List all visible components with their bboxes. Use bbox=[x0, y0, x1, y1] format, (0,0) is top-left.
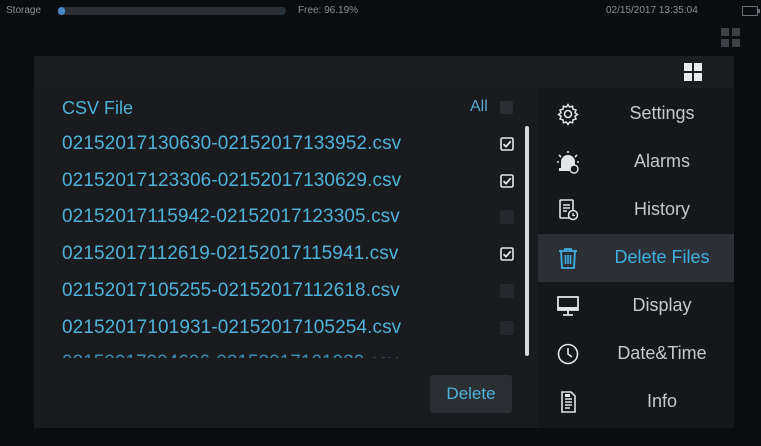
sidebar-item-info[interactable]: Info bbox=[538, 378, 734, 426]
unchecked-checkbox[interactable] bbox=[500, 210, 514, 224]
sidebar-item-label: Settings bbox=[629, 103, 695, 123]
file-row[interactable]: 02152017115942-02152017123305.csv bbox=[62, 206, 522, 240]
sidebar-item-label: Info bbox=[646, 391, 678, 411]
csv-file-title: CSV File bbox=[62, 98, 134, 118]
checked-checkbox[interactable] bbox=[500, 174, 514, 188]
file-name: 02152017130630-02152017133952.csv bbox=[62, 133, 402, 154]
sidebar-item-label: History bbox=[633, 199, 690, 219]
file-list-header: CSV File All bbox=[62, 96, 520, 122]
info-document-icon bbox=[556, 390, 580, 414]
checked-checkbox[interactable] bbox=[500, 247, 514, 261]
delete-button[interactable]: Delete bbox=[430, 375, 512, 413]
sidebar-item-history[interactable]: History bbox=[538, 186, 734, 234]
monitor-icon bbox=[556, 294, 580, 318]
unchecked-checkbox[interactable] bbox=[500, 321, 514, 335]
menu-grid-icon[interactable] bbox=[684, 63, 702, 81]
history-icon bbox=[556, 198, 580, 222]
layout-grid-icon[interactable] bbox=[721, 28, 741, 48]
file-name: 02152017105255-02152017112618.csv bbox=[62, 280, 400, 301]
free-space-label: Free: 96.19% bbox=[298, 5, 359, 16]
sidebar-item-label: Alarms bbox=[633, 151, 690, 171]
sidebar-item-label: Delete Files bbox=[614, 247, 710, 267]
storage-fill bbox=[58, 7, 65, 15]
select-all-checkbox[interactable] bbox=[500, 101, 513, 114]
dialog-header bbox=[34, 56, 734, 88]
file-row[interactable]: 02152017112619-02152017115941.csv bbox=[62, 243, 522, 277]
battery-icon bbox=[742, 6, 760, 16]
file-row[interactable]: 02152017123306-02152017130629.csv bbox=[62, 170, 522, 204]
gear-icon bbox=[556, 102, 580, 126]
sidebar-item-delete-files[interactable]: Delete Files bbox=[538, 234, 734, 282]
list-item-partial: 02152017094606-02152017101930.csv bbox=[62, 346, 472, 358]
sidebar-item-date-time[interactable]: Date&Time bbox=[538, 330, 734, 378]
checked-checkbox[interactable] bbox=[500, 137, 514, 151]
sidebar-item-label: Display bbox=[632, 295, 692, 315]
select-all-label: All bbox=[470, 98, 488, 115]
file-row[interactable]: 02152017130630-02152017133952.csv bbox=[62, 133, 522, 167]
file-row[interactable]: 02152017105255-02152017112618.csv bbox=[62, 280, 522, 314]
sidebar-item-alarms[interactable]: Alarms bbox=[538, 138, 734, 186]
file-name: 02152017112619-02152017115941.csv bbox=[62, 243, 399, 264]
scroll-thumb[interactable] bbox=[525, 126, 529, 356]
file-name: 02152017123306-02152017130629.csv bbox=[62, 170, 402, 191]
storage-label: Storage bbox=[6, 5, 42, 16]
sidebar-item-display[interactable]: Display bbox=[538, 282, 734, 330]
sidebar-item-label: Date&Time bbox=[617, 343, 707, 363]
trash-icon bbox=[556, 246, 580, 270]
device-screen: Storage Free: 96.19% 02/15/2017 13:35:04… bbox=[0, 0, 761, 446]
clock-icon bbox=[556, 342, 580, 366]
file-name: 02152017101931-02152017105254.csv bbox=[62, 317, 402, 338]
status-datetime: 02/15/2017 13:35:04 bbox=[606, 5, 698, 16]
file-name: 02152017115942-02152017123305.csv bbox=[62, 206, 400, 227]
storage-bar bbox=[58, 7, 286, 15]
unchecked-checkbox[interactable] bbox=[500, 284, 514, 298]
file-list-scrollbar[interactable] bbox=[525, 126, 529, 356]
alarm-icon bbox=[556, 150, 580, 174]
status-bar: Storage Free: 96.19% 02/15/2017 13:35:04 bbox=[0, 0, 761, 22]
sidebar-item-settings[interactable]: Settings bbox=[538, 90, 734, 138]
